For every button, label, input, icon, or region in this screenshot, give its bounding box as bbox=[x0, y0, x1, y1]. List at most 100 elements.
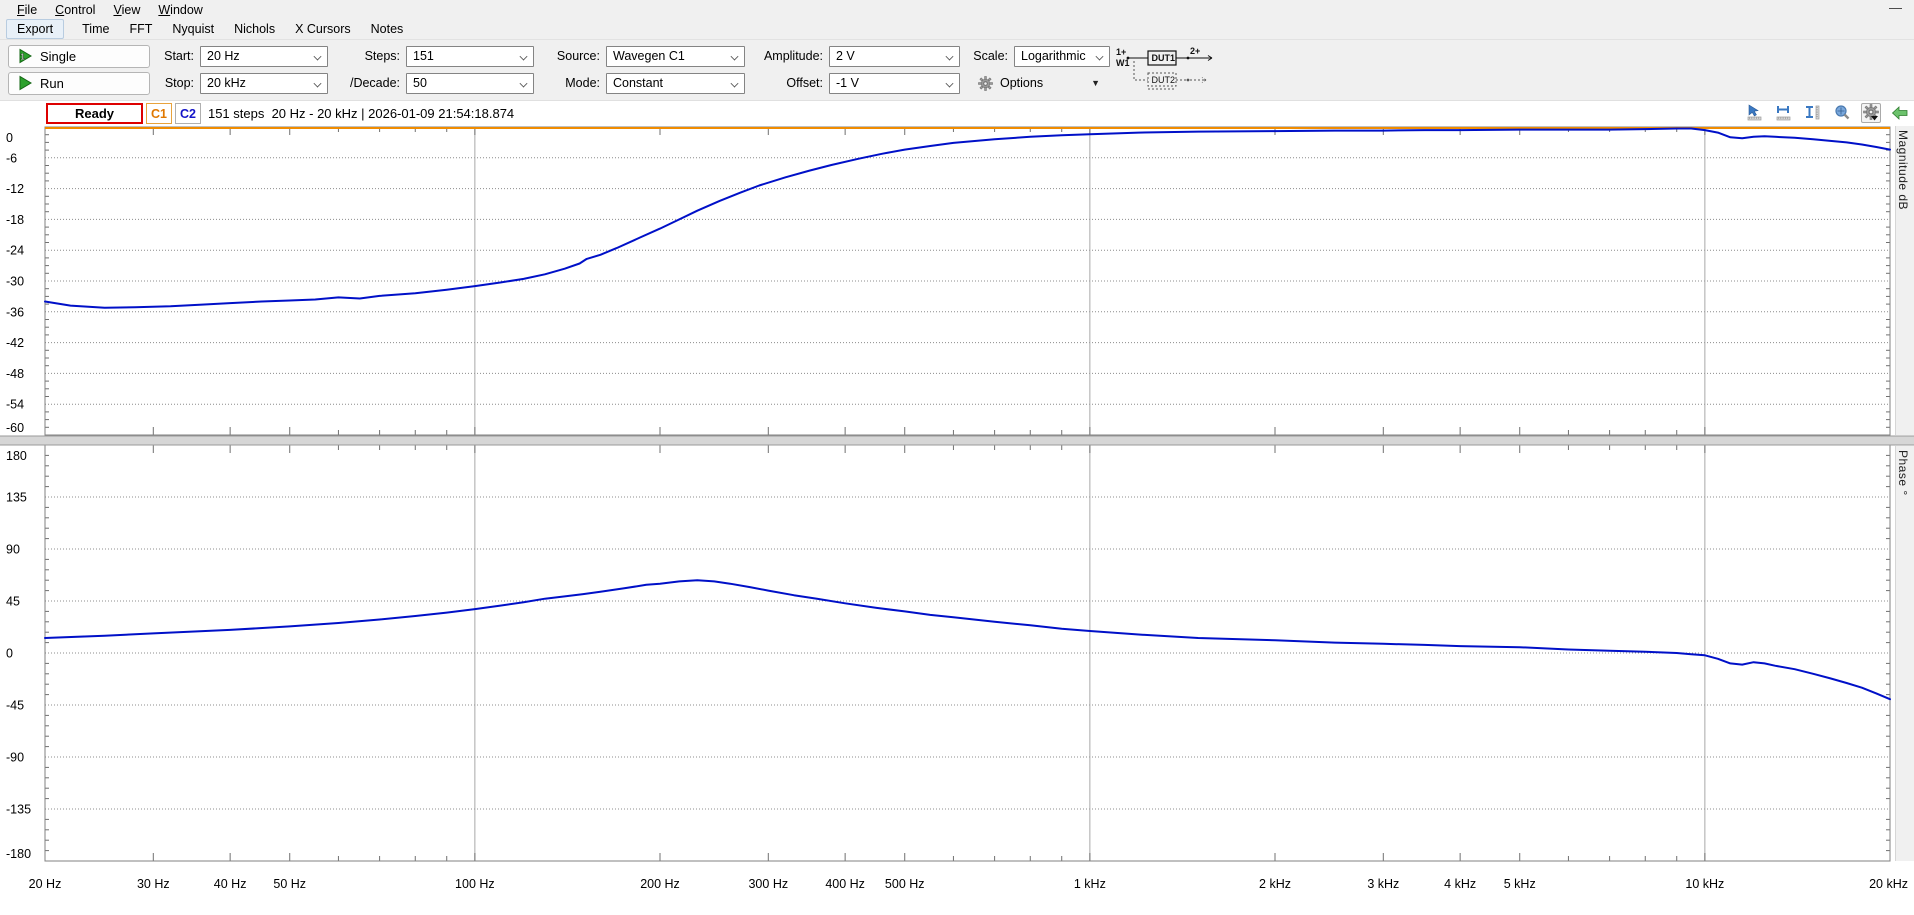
acquisition-toolbar: 1Single Start:20 Hz Steps: 151 Source:Wavege… bbox=[0, 40, 1914, 101]
field-label-start: Start: bbox=[158, 49, 200, 63]
combo-source[interactable]: Wavegen C1 bbox=[606, 46, 745, 67]
phase-ytick-label: 180 bbox=[6, 449, 27, 463]
menu-window[interactable]: Window bbox=[149, 2, 211, 18]
magnitude-ytick-label: -30 bbox=[6, 275, 24, 289]
phase-ytick-label: -180 bbox=[6, 847, 31, 861]
svg-text:DUT1: DUT1 bbox=[1152, 53, 1176, 63]
chevron-down-icon bbox=[731, 52, 739, 60]
tab-export[interactable]: Export bbox=[6, 19, 64, 39]
xtick-label: 100 Hz bbox=[455, 877, 495, 891]
combo-value: 50 bbox=[413, 76, 427, 90]
tab-nichols[interactable]: Nichols bbox=[224, 20, 285, 38]
status-bar: Ready C1C2 151 steps 20 Hz - 20 kHz | 20… bbox=[0, 101, 1914, 126]
svg-text:DUT2: DUT2 bbox=[1152, 75, 1176, 85]
xtick-label: 400 Hz bbox=[825, 877, 865, 891]
combo-mode[interactable]: Constant bbox=[606, 73, 745, 94]
combo-start[interactable]: 20 Hz bbox=[200, 46, 328, 67]
combo-offset[interactable]: -1 V bbox=[829, 73, 960, 94]
chevron-down-icon bbox=[946, 52, 954, 60]
channel-badge-c2[interactable]: C2 bbox=[175, 103, 201, 124]
xtick-label: 30 Hz bbox=[137, 877, 170, 891]
options-label: Options bbox=[1000, 76, 1043, 90]
plot-settings-icon[interactable] bbox=[1861, 103, 1881, 123]
phase-ytick-label: -45 bbox=[6, 699, 24, 713]
field-label-decade: /Decade: bbox=[332, 76, 406, 90]
menu-file[interactable]: File bbox=[8, 2, 46, 18]
chevron-down-icon bbox=[1096, 52, 1104, 60]
options-dropdown[interactable]: Options ▼ bbox=[964, 72, 1114, 95]
xtick-label: 1 kHz bbox=[1074, 877, 1106, 891]
magnitude-ytick-label: -42 bbox=[6, 336, 24, 350]
dropdown-arrow-icon: ▼ bbox=[1091, 78, 1100, 88]
combo-value: Constant bbox=[613, 76, 663, 90]
field-label-offset: Offset: bbox=[749, 76, 829, 90]
xtick-label: 2 kHz bbox=[1259, 877, 1291, 891]
phase-axis-title: Phase ° bbox=[1895, 446, 1914, 861]
chevron-down-icon bbox=[520, 79, 528, 87]
chevron-down-icon bbox=[731, 79, 739, 87]
menu-control[interactable]: Control bbox=[46, 2, 104, 18]
chevron-down-icon bbox=[314, 79, 322, 87]
tab-fft[interactable]: FFT bbox=[119, 20, 162, 38]
xtick-label: 300 Hz bbox=[748, 877, 788, 891]
tab-x-cursors[interactable]: X Cursors bbox=[285, 20, 361, 38]
magnitude-ytick-label: -54 bbox=[6, 398, 24, 412]
combo-value: 151 bbox=[413, 49, 434, 63]
collapse-panel-icon[interactable] bbox=[1890, 103, 1910, 123]
run-button-label: Run bbox=[40, 76, 64, 91]
vertical-cursors-icon[interactable] bbox=[1803, 103, 1823, 123]
combo-amplitude[interactable]: 2 V bbox=[829, 46, 960, 67]
xtick-label: 4 kHz bbox=[1444, 877, 1476, 891]
view-tab-bar: Export TimeFFTNyquistNicholsX CursorsNote… bbox=[0, 19, 1914, 40]
combo-value: -1 V bbox=[836, 76, 859, 90]
channel-badge-c1[interactable]: C1 bbox=[146, 103, 172, 124]
chevron-down-icon bbox=[946, 79, 954, 87]
single-button-label: Single bbox=[40, 49, 76, 64]
horizontal-cursors-icon[interactable] bbox=[1774, 103, 1794, 123]
xtick-label: 3 kHz bbox=[1367, 877, 1399, 891]
chevron-down-icon bbox=[520, 52, 528, 60]
field-label-amplitude: Amplitude: bbox=[749, 49, 829, 63]
phase-ytick-label: 0 bbox=[6, 647, 13, 661]
xtick-label: 20 kHz bbox=[1869, 877, 1908, 891]
combo-decade[interactable]: 50 bbox=[406, 73, 534, 94]
combo-stop[interactable]: 20 kHz bbox=[200, 73, 328, 94]
magnitude-ytick-label: -18 bbox=[6, 213, 24, 227]
field-label-mode: Mode: bbox=[538, 76, 606, 90]
run-button[interactable]: Run bbox=[8, 72, 150, 95]
xtick-label: 40 Hz bbox=[214, 877, 247, 891]
combo-value: 2 V bbox=[836, 49, 855, 63]
combo-steps[interactable]: 151 bbox=[406, 46, 534, 67]
field-label-source: Source: bbox=[538, 49, 606, 63]
field-label-scale: Scale: bbox=[964, 49, 1014, 63]
magnitude-ytick-label: -12 bbox=[6, 182, 24, 196]
menu-view[interactable]: View bbox=[104, 2, 149, 18]
tab-notes[interactable]: Notes bbox=[361, 20, 414, 38]
xtick-label: 500 Hz bbox=[885, 877, 925, 891]
panel-splitter[interactable] bbox=[0, 436, 1914, 445]
field-label-steps: Steps: bbox=[332, 49, 406, 63]
combo-scale[interactable]: Logarithmic bbox=[1014, 46, 1110, 67]
svg-text:W1: W1 bbox=[1116, 58, 1130, 68]
magnitude-ytick-label: -6 bbox=[6, 151, 17, 165]
minimize-button[interactable]: — bbox=[1889, 0, 1902, 15]
track-cursor-icon[interactable] bbox=[1745, 103, 1765, 123]
magnitude-ytick-label: -36 bbox=[6, 305, 24, 319]
bode-plot-svg[interactable]: 0-6-12-18-24-30-36-42-48-54-601801359045… bbox=[0, 126, 1914, 908]
dut-wiring-diagram: 1+W1 DUT1 2+ DUT2 bbox=[1114, 45, 1224, 94]
magnitude-ytick-label: 0 bbox=[6, 131, 13, 145]
zoom-icon[interactable] bbox=[1832, 103, 1852, 123]
phase-ytick-label: -135 bbox=[6, 803, 31, 817]
svg-text:1+: 1+ bbox=[1116, 47, 1126, 57]
tab-nyquist[interactable]: Nyquist bbox=[162, 20, 224, 38]
phase-ytick-label: -90 bbox=[6, 751, 24, 765]
single-button[interactable]: 1Single bbox=[8, 45, 150, 68]
menu-bar: FileControlViewWindow — bbox=[0, 0, 1914, 19]
xtick-label: 5 kHz bbox=[1504, 877, 1536, 891]
phase-ytick-label: 90 bbox=[6, 543, 20, 557]
xtick-label: 20 Hz bbox=[29, 877, 62, 891]
tab-time[interactable]: Time bbox=[72, 20, 119, 38]
status-badge: Ready bbox=[46, 103, 143, 124]
svg-text:2+: 2+ bbox=[1190, 46, 1200, 56]
combo-value: 20 kHz bbox=[207, 76, 246, 90]
